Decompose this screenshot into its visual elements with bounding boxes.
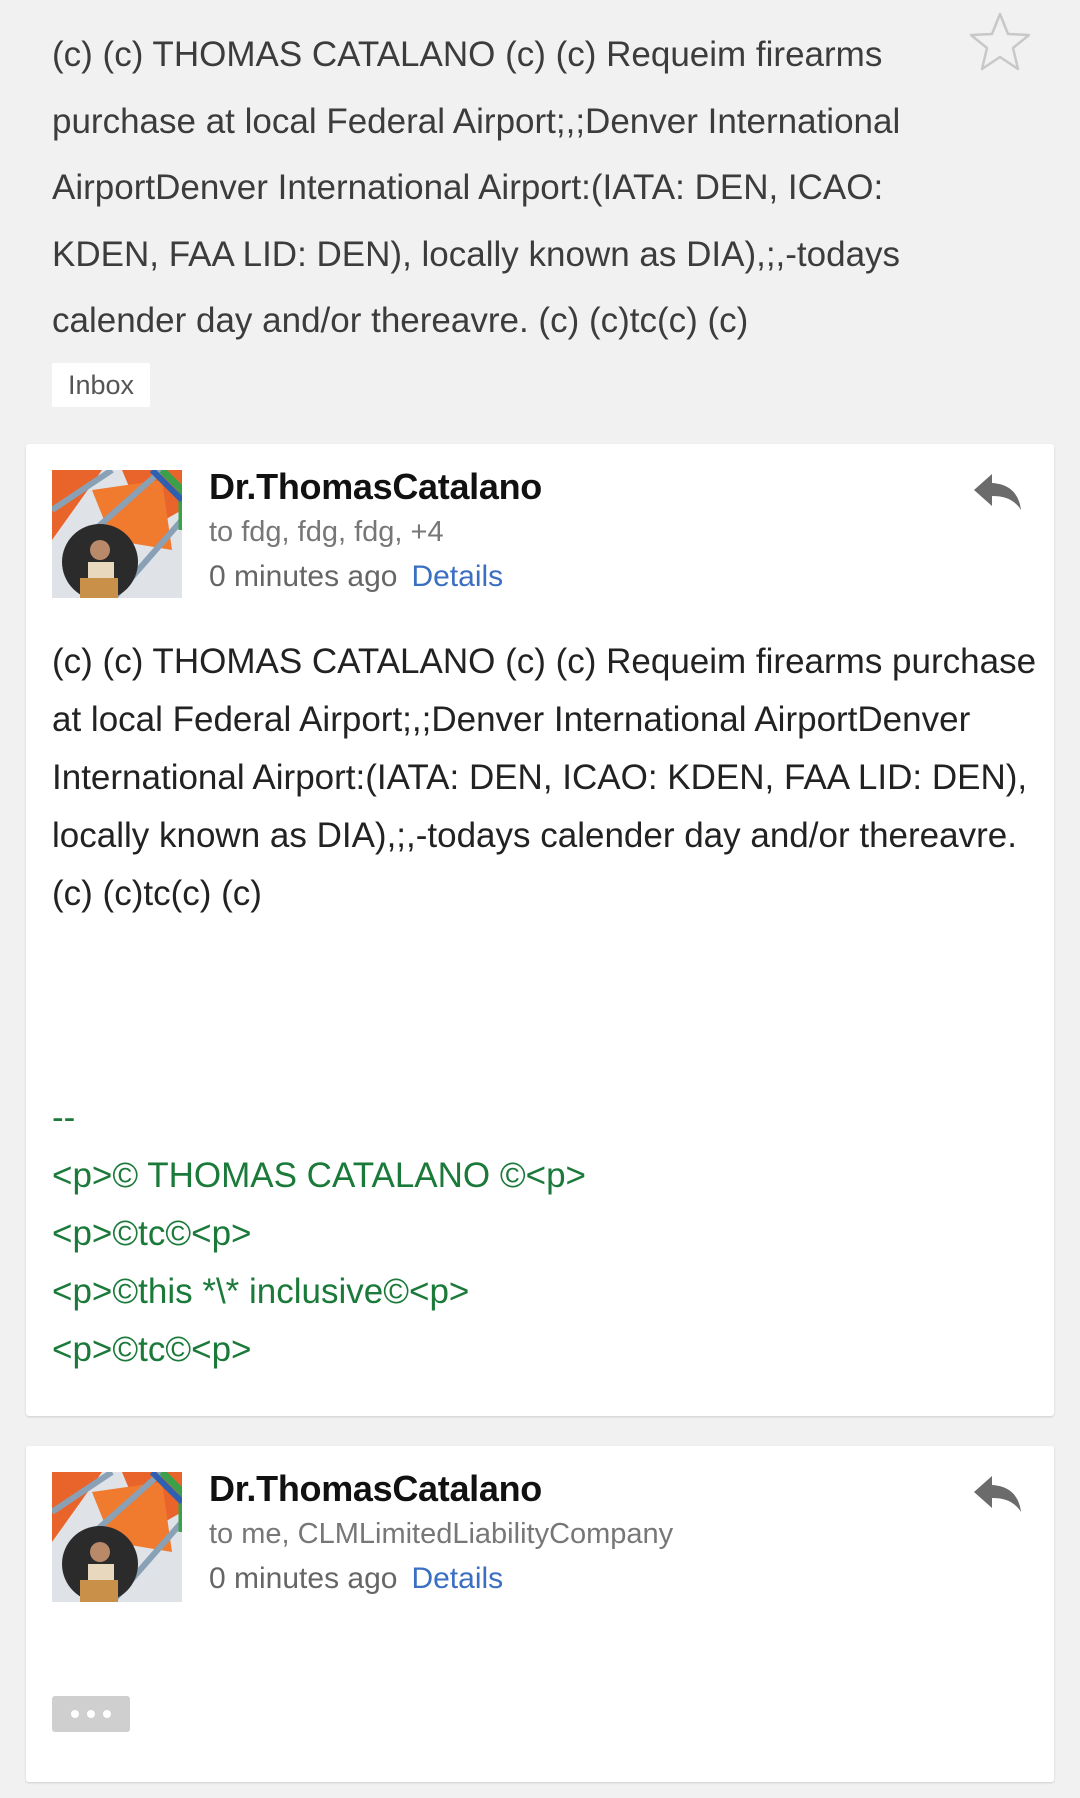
- thread-subject: (c) (c) THOMAS CATALANO (c) (c) Requeim …: [52, 35, 901, 340]
- message-card: Dr.ThomasCatalano to me, CLMLimitedLiabi…: [26, 1446, 1054, 1782]
- avatar[interactable]: [52, 470, 182, 600]
- show-trimmed-content-button[interactable]: [52, 1696, 130, 1732]
- message-header[interactable]: Dr.ThomasCatalano to me, CLMLimitedLiabi…: [26, 1446, 1054, 1602]
- avatar-image: [52, 1472, 182, 1602]
- details-link[interactable]: Details: [411, 1562, 503, 1595]
- timestamp: 0 minutes ago: [209, 1562, 398, 1595]
- thread-header: (c) (c) THOMAS CATALANO (c) (c) Requeim …: [0, 0, 1080, 407]
- reply-icon[interactable]: [970, 1470, 1024, 1518]
- message-card: Dr.ThomasCatalano to fdg, fdg, fdg, +4 0…: [26, 444, 1054, 1416]
- message-header[interactable]: Dr.ThomasCatalano to fdg, fdg, fdg, +4 0…: [26, 444, 1054, 600]
- timestamp: 0 minutes ago: [209, 560, 398, 593]
- sender-name: Dr.ThomasCatalano: [209, 1468, 542, 1509]
- reply-icon[interactable]: [970, 468, 1024, 516]
- details-link[interactable]: Details: [411, 560, 503, 593]
- avatar-image: [52, 470, 182, 600]
- recipients: to fdg, fdg, fdg, +4: [209, 516, 444, 548]
- star-icon[interactable]: [968, 10, 1032, 74]
- ellipsis-icon: [87, 1710, 95, 1718]
- inbox-label[interactable]: Inbox: [52, 362, 151, 407]
- ellipsis-icon: [71, 1710, 79, 1718]
- sender-name: Dr.ThomasCatalano: [209, 466, 542, 507]
- message-meta: 0 minutes ago Details: [209, 1562, 503, 1596]
- recipients: to me, CLMLimitedLiabilityCompany: [209, 1518, 674, 1550]
- message-body: (c) (c) THOMAS CATALANO (c) (c) Requeim …: [52, 642, 1037, 913]
- message-meta: 0 minutes ago Details: [209, 560, 503, 594]
- ellipsis-icon: [103, 1710, 111, 1718]
- message-signature: -- <p>© THOMAS CATALANO ©<p> <p>©tc©<p> …: [52, 1098, 586, 1369]
- avatar[interactable]: [52, 1472, 182, 1602]
